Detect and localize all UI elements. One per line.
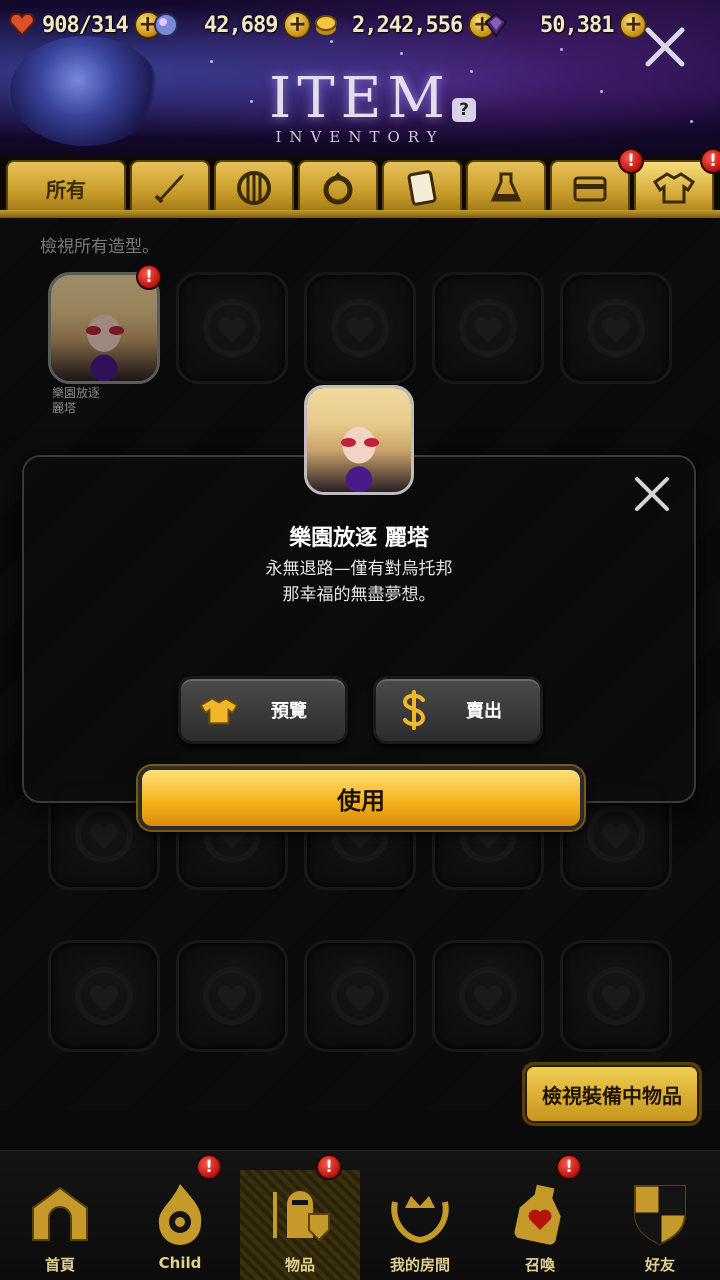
preview-button[interactable]: 預覽: [178, 676, 348, 744]
close-icon[interactable]: [644, 26, 686, 68]
crown-wreath-icon: [391, 1196, 449, 1244]
ring-icon: [323, 172, 353, 205]
close-dialog-icon[interactable]: [632, 474, 672, 514]
header: 908/314 + 42,689 + 2,242,556 + 50,381 + …: [0, 0, 720, 160]
nav-items-label: 物品: [284, 1256, 315, 1274]
gems-value: 42,689: [204, 12, 278, 38]
page-title: ITEM: [269, 66, 451, 131]
potion-heart-icon: [514, 1184, 561, 1245]
description-line-2: 那幸福的無盡夢想。: [282, 585, 436, 605]
nav-summon-alert-badge: !: [556, 1154, 582, 1180]
nav-child-label: Child: [158, 1254, 202, 1272]
tab-card[interactable]: [382, 160, 462, 214]
potion-icon: [490, 172, 522, 202]
tab-all[interactable]: 所有: [6, 160, 126, 214]
nav-my-room[interactable]: 我的房間: [360, 1170, 480, 1280]
tab-armor[interactable]: [214, 160, 294, 214]
sword-icon: [154, 174, 184, 204]
shield-icon: [237, 171, 271, 205]
dark-crystal-icon: [482, 11, 510, 39]
tab-ticket[interactable]: [550, 160, 630, 214]
nav-home-label: 首頁: [44, 1256, 75, 1274]
nav-items-alert-badge: !: [316, 1154, 342, 1180]
costume-icon: [652, 172, 696, 204]
page-subtitle: INVENTORY: [275, 128, 445, 146]
help-icon[interactable]: ?: [452, 98, 476, 122]
nav-summon[interactable]: 召喚: [480, 1170, 600, 1280]
tab-all-label: 所有: [46, 177, 86, 202]
tabs-divider: [0, 210, 720, 218]
sell-button[interactable]: 賣出: [373, 676, 543, 744]
item-detail-portrait: [304, 385, 414, 495]
nav-child-alert-badge: !: [196, 1154, 222, 1180]
nav-child[interactable]: Child: [120, 1170, 240, 1280]
item-detail-description: 永無退路—僅有對烏托邦 那幸福的無盡夢想。: [22, 556, 696, 608]
view-equipped-button[interactable]: 檢視裝備中物品: [522, 1062, 702, 1126]
description-line-1: 永無退路—僅有對烏托邦: [265, 559, 453, 579]
sell-label: 賣出: [466, 701, 502, 722]
crystal-value: 50,381: [540, 12, 614, 38]
gem-icon: [152, 11, 180, 39]
gold-coin-icon: [312, 11, 340, 39]
tab-weapon[interactable]: [130, 160, 210, 214]
nav-friends-label: 好友: [644, 1256, 675, 1274]
nav-summon-label: 召喚: [524, 1256, 555, 1274]
flame-eye-icon: [158, 1184, 202, 1245]
card-icon: [407, 170, 437, 206]
knight-icon: [273, 1191, 330, 1242]
shield-emblem-icon: [634, 1185, 686, 1246]
nav-items[interactable]: 物品: [240, 1170, 360, 1280]
category-tabs: 所有 ! !: [0, 148, 720, 218]
resource-crystal: 50,381 +: [482, 8, 648, 42]
nav-my-room-label: 我的房間: [389, 1256, 450, 1274]
dollar-icon: [392, 688, 436, 732]
add-gems-button[interactable]: +: [283, 11, 312, 39]
stamina-value: 908/314: [42, 12, 129, 38]
tab-accessory[interactable]: [298, 160, 378, 214]
item-detail-dialog: [22, 455, 696, 803]
nav-friends[interactable]: 好友: [600, 1170, 720, 1280]
heart-icon: [8, 11, 36, 39]
item-alert-badge: !: [136, 264, 162, 290]
tab-consumable[interactable]: [466, 160, 546, 214]
nav-home[interactable]: 首頁: [0, 1170, 120, 1280]
costume-hanger-icon: [197, 688, 241, 732]
home-gate-icon: [32, 1186, 88, 1241]
resource-stamina: 908/314 +: [8, 8, 162, 42]
tab-costume-alert-badge: !: [700, 148, 720, 174]
gold-value: 2,242,556: [352, 12, 463, 38]
use-button[interactable]: 使用: [138, 766, 584, 830]
tab-ticket-alert-badge: !: [618, 148, 644, 174]
resource-gold: 2,242,556 +: [312, 8, 497, 42]
resource-gems: 42,689 +: [152, 8, 312, 42]
item-detail-title: 樂園放逐 麗塔: [289, 526, 429, 551]
preview-label: 預覽: [271, 701, 307, 722]
ticket-icon: [573, 176, 607, 202]
